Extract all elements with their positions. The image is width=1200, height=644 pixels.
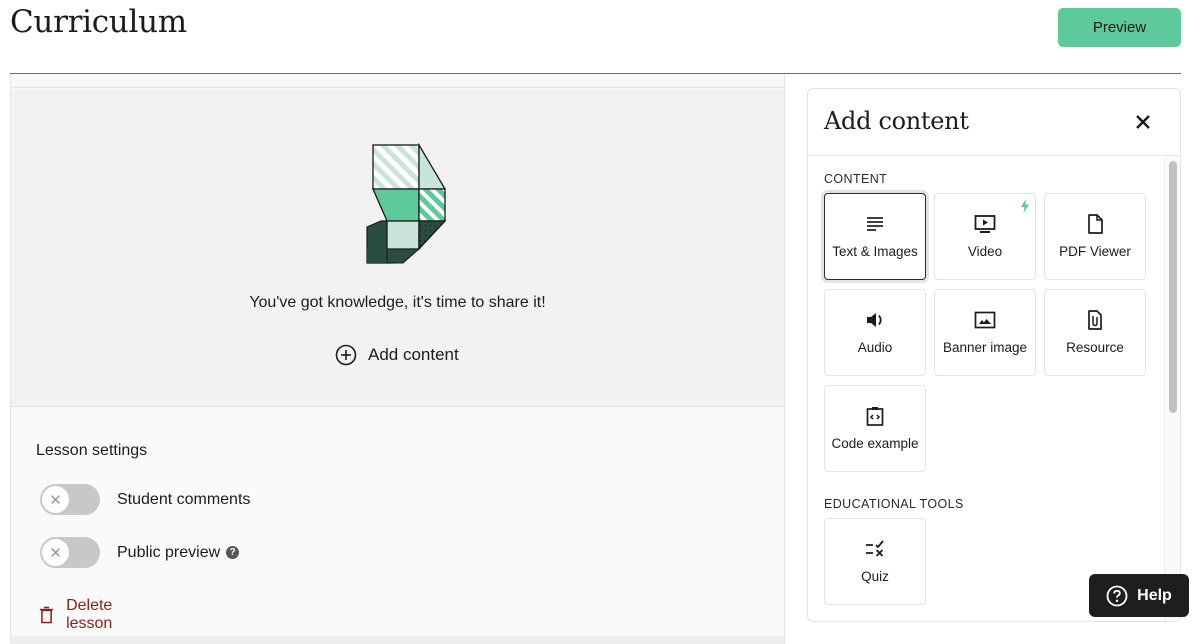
help-label: Help — [1137, 586, 1172, 604]
student-comments-row: ✕ Student comments — [40, 484, 440, 515]
tile-label: Banner image — [942, 340, 1028, 355]
top-strip — [11, 74, 784, 88]
lightning-bolt-icon — [1021, 199, 1029, 213]
speaker-icon — [867, 313, 882, 327]
public-preview-row: ✕ Public preview ? — [40, 537, 440, 568]
tile-resource[interactable]: Resource — [1044, 289, 1146, 376]
delete-lesson-button[interactable]: Delete lesson — [39, 597, 147, 633]
tile-label: Video — [967, 244, 1003, 259]
tile-text-images[interactable]: Text & Images — [824, 193, 926, 280]
tile-audio[interactable]: Audio — [824, 289, 926, 376]
panel-body: CONTENT Text & Images Video PDF Viewer A… — [808, 157, 1180, 621]
stacked-blocks-illustration — [366, 143, 447, 264]
lesson-settings: Lesson settings ✕ Student comments ✕ Pub… — [36, 442, 250, 632]
code-clipboard-icon — [866, 407, 884, 426]
student-comments-label: Student comments — [117, 490, 251, 508]
paperclip-file-icon — [1088, 310, 1102, 330]
video-screen-icon — [974, 215, 996, 233]
empty-state-message: You've got knowledge, it's time to share… — [249, 294, 546, 311]
tile-label: Text & Images — [832, 244, 918, 259]
tile-pdf-viewer[interactable]: PDF Viewer — [1044, 193, 1146, 280]
add-content-label: Add content — [368, 345, 459, 364]
close-icon[interactable] — [1132, 111, 1154, 133]
public-preview-label: Public preview — [117, 543, 221, 561]
bottom-edge — [11, 636, 784, 644]
text-lines-icon — [867, 217, 883, 231]
toggle-off-icon: ✕ — [42, 539, 69, 566]
document-icon — [1088, 214, 1103, 234]
toggle-off-icon: ✕ — [42, 486, 69, 513]
tile-label: Quiz — [861, 569, 889, 584]
empty-state: You've got knowledge, it's time to share… — [11, 89, 784, 407]
help-button[interactable]: Help — [1089, 574, 1189, 617]
section-label-content: CONTENT — [824, 172, 888, 186]
tile-banner-image[interactable]: Banner image — [934, 289, 1036, 376]
trash-icon — [39, 606, 54, 624]
add-content-panel: Add content CONTENT Text & Images Video … — [807, 88, 1181, 622]
panel-header: Add content — [808, 89, 1180, 156]
preview-button[interactable]: Preview — [1058, 8, 1181, 47]
image-icon — [974, 311, 996, 329]
question-circle-icon[interactable]: ? — [226, 546, 240, 559]
student-comments-toggle[interactable]: ✕ — [40, 484, 100, 515]
section-label-educational-tools: EDUCATIONAL TOOLS — [824, 497, 964, 511]
page-title: Curriculum — [10, 4, 187, 40]
tile-video[interactable]: Video — [934, 193, 1036, 280]
tile-label: Audio — [857, 340, 893, 355]
public-preview-toggle[interactable]: ✕ — [40, 537, 100, 568]
tile-quiz[interactable]: Quiz — [824, 518, 926, 605]
lesson-editor: You've got knowledge, it's time to share… — [10, 74, 785, 644]
question-circle-icon — [1106, 585, 1128, 606]
plus-circle-icon — [335, 344, 357, 366]
tile-label: PDF Viewer — [1059, 244, 1131, 259]
tile-code-example[interactable]: Code example — [824, 385, 926, 472]
lesson-settings-title: Lesson settings — [36, 442, 148, 459]
delete-lesson-label: Delete lesson — [66, 597, 113, 632]
tile-label: Code example — [831, 436, 919, 451]
tile-label: Resource — [1066, 340, 1124, 355]
add-content-button[interactable]: Add content — [335, 344, 459, 366]
quiz-check-cross-icon — [866, 540, 884, 557]
panel-title: Add content — [824, 107, 969, 135]
scrollbar-thumb[interactable] — [1169, 161, 1177, 413]
panel-scrollbar[interactable] — [1164, 157, 1180, 621]
